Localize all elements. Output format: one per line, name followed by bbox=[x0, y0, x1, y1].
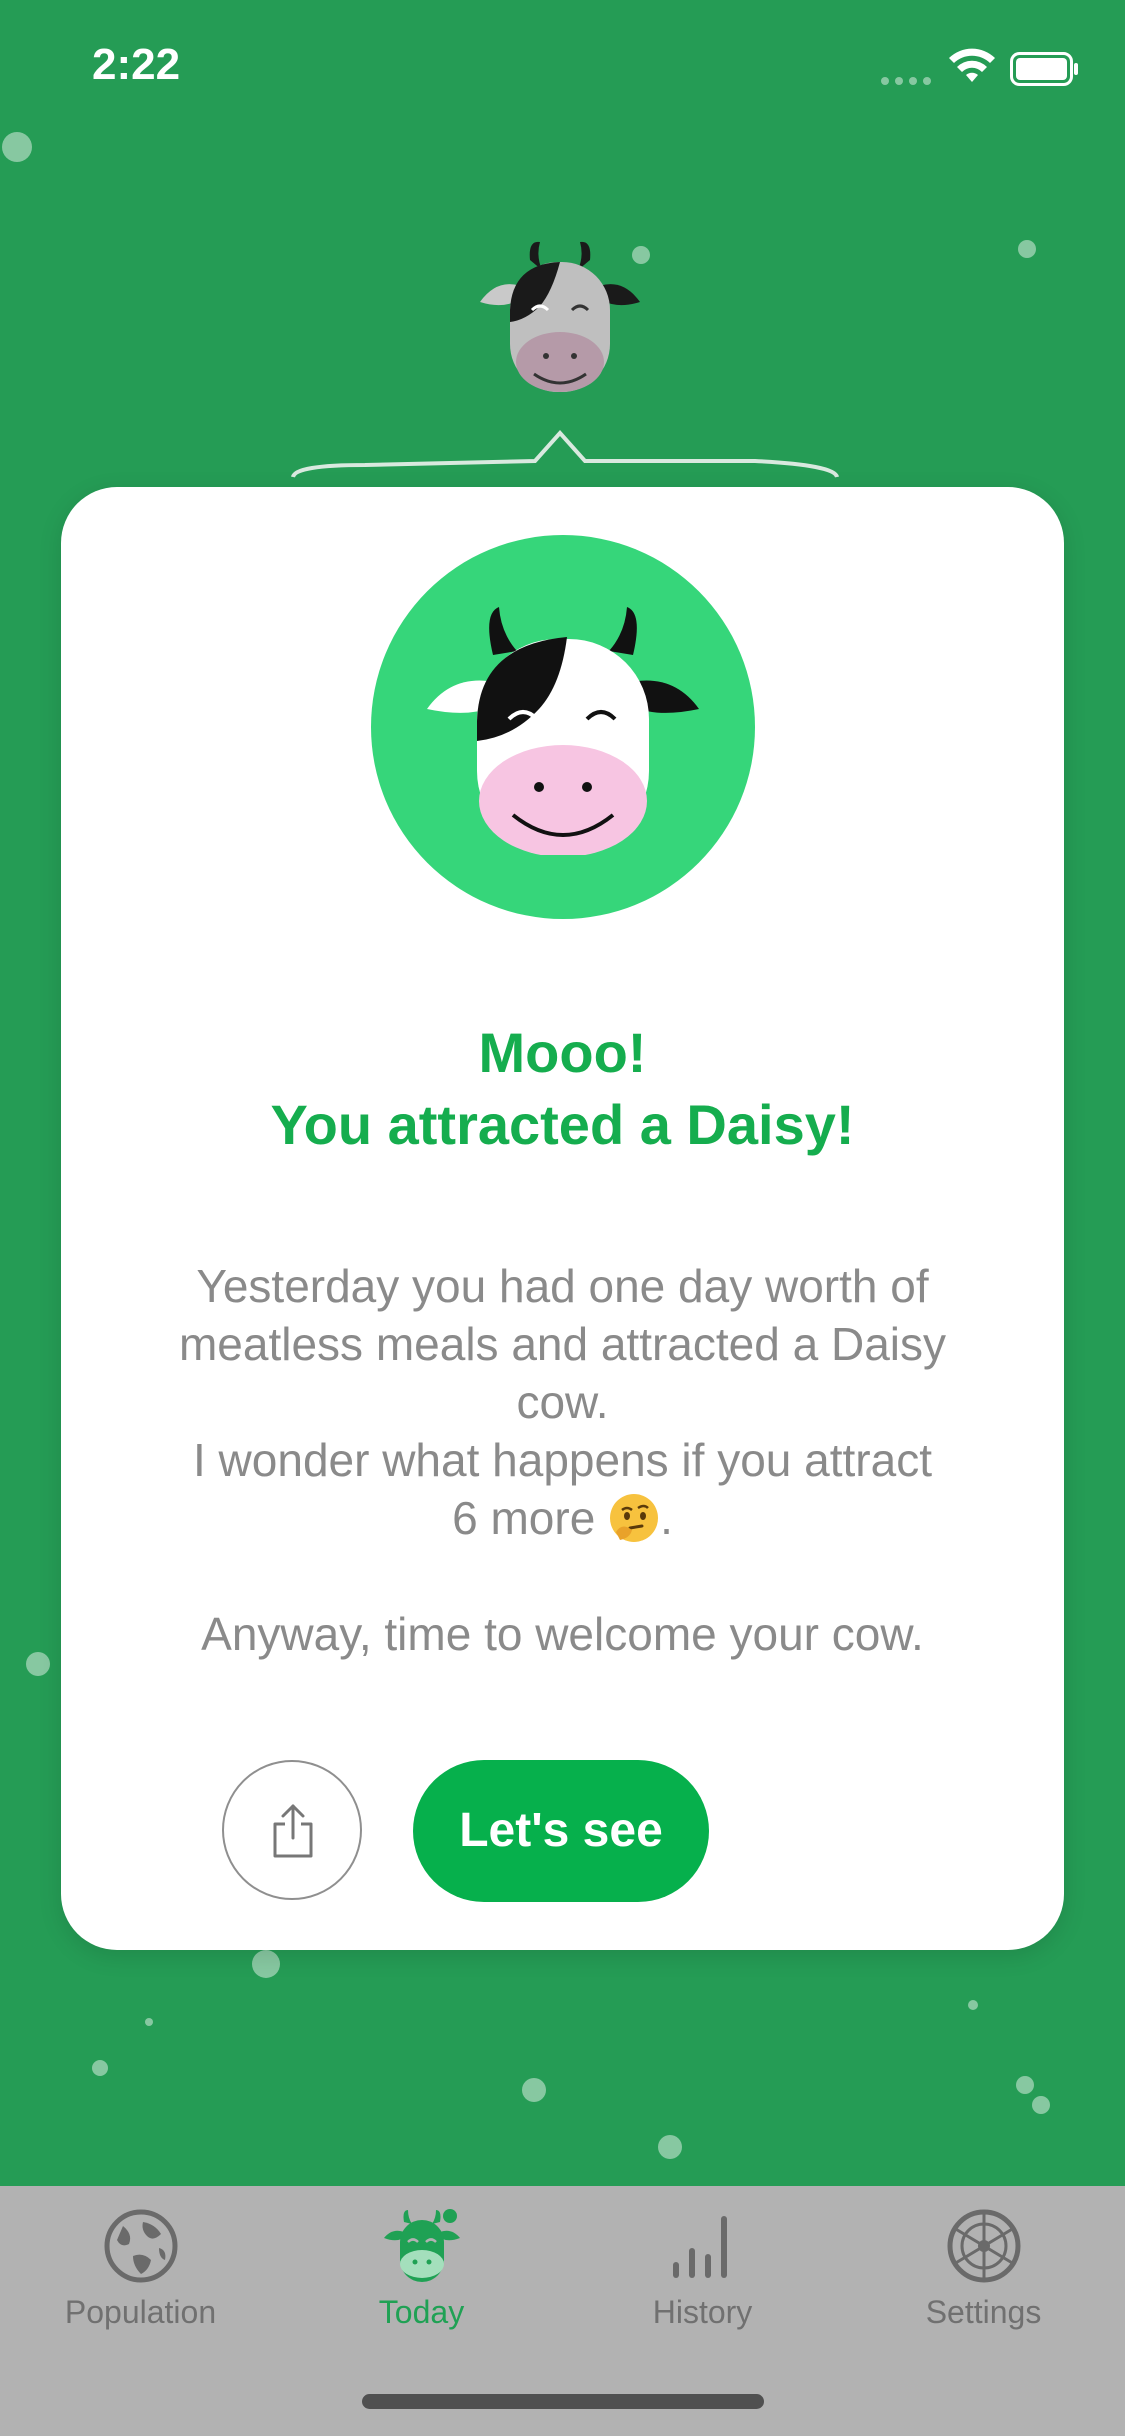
card-pointer-bracket bbox=[291, 429, 839, 478]
card-message-line: I wonder what happens if you attract bbox=[193, 1434, 932, 1486]
card-message-text: 6 more bbox=[452, 1492, 596, 1544]
cow-avatar-icon bbox=[480, 241, 640, 392]
floating-dot bbox=[1016, 2076, 1034, 2094]
tab-label: Population bbox=[64, 2294, 217, 2330]
share-icon bbox=[273, 1804, 313, 1858]
floating-dot bbox=[658, 2135, 682, 2159]
floating-dot bbox=[2, 132, 32, 162]
tab-label: Settings bbox=[925, 2294, 1042, 2330]
home-indicator[interactable] bbox=[362, 2394, 764, 2409]
card-message-line: Yesterday you had one day worth of bbox=[196, 1260, 929, 1312]
card-message-line: Anyway, time to welcome your cow. bbox=[201, 1608, 924, 1660]
card-title-line: Mooo! bbox=[478, 1021, 647, 1084]
signal-icon bbox=[881, 77, 931, 85]
status-time: 2:22 bbox=[92, 40, 181, 89]
tab-population[interactable]: Population bbox=[0, 2208, 281, 2358]
floating-dot bbox=[522, 2078, 546, 2102]
floating-dot bbox=[145, 2018, 153, 2026]
cow-badge bbox=[371, 535, 755, 919]
today-screen: 2:22 Mooo! You attracted a Daisy! Yester… bbox=[0, 0, 1125, 2436]
globe-icon bbox=[104, 2209, 177, 2283]
status-bar: 2:22 bbox=[0, 0, 1125, 140]
tab-today[interactable]: Today bbox=[281, 2208, 562, 2358]
cow-face-icon bbox=[427, 607, 699, 855]
card-title: Mooo! You attracted a Daisy! bbox=[61, 1017, 1064, 1161]
share-button[interactable] bbox=[222, 1760, 362, 1900]
floating-dot bbox=[92, 2060, 108, 2076]
tab-settings[interactable]: Settings bbox=[843, 2208, 1124, 2358]
thinking-face-emoji-icon bbox=[610, 1494, 659, 1542]
tab-label: Today bbox=[378, 2294, 465, 2330]
tab-history[interactable]: History bbox=[562, 2208, 843, 2358]
card-message-line: meatless meals and attracted a Daisy bbox=[178, 1318, 947, 1370]
card-message: Yesterday you had one day worth of meatl… bbox=[121, 1257, 1004, 1663]
bar-chart-icon bbox=[672, 2216, 727, 2278]
wifi-icon bbox=[949, 48, 995, 82]
card-message-line: cow. bbox=[516, 1376, 609, 1428]
cow-attracted-card: Mooo! You attracted a Daisy! Yesterday y… bbox=[61, 487, 1064, 1950]
tab-label: History bbox=[652, 2294, 753, 2330]
floating-dot bbox=[1018, 240, 1036, 258]
floating-dot bbox=[26, 1652, 50, 1676]
floating-dot bbox=[252, 1950, 280, 1978]
floating-dot bbox=[1032, 2096, 1050, 2114]
card-message-suffix: . bbox=[660, 1492, 673, 1544]
lets-see-button[interactable]: Let's see bbox=[413, 1760, 709, 1902]
wheel-icon bbox=[947, 2209, 1020, 2283]
card-title-line: You attracted a Daisy! bbox=[270, 1093, 855, 1156]
card-message-line: 6 more . bbox=[121, 1489, 1004, 1547]
battery-icon bbox=[1010, 52, 1078, 86]
floating-dot bbox=[968, 2000, 978, 2010]
cow-icon bbox=[383, 2209, 460, 2282]
